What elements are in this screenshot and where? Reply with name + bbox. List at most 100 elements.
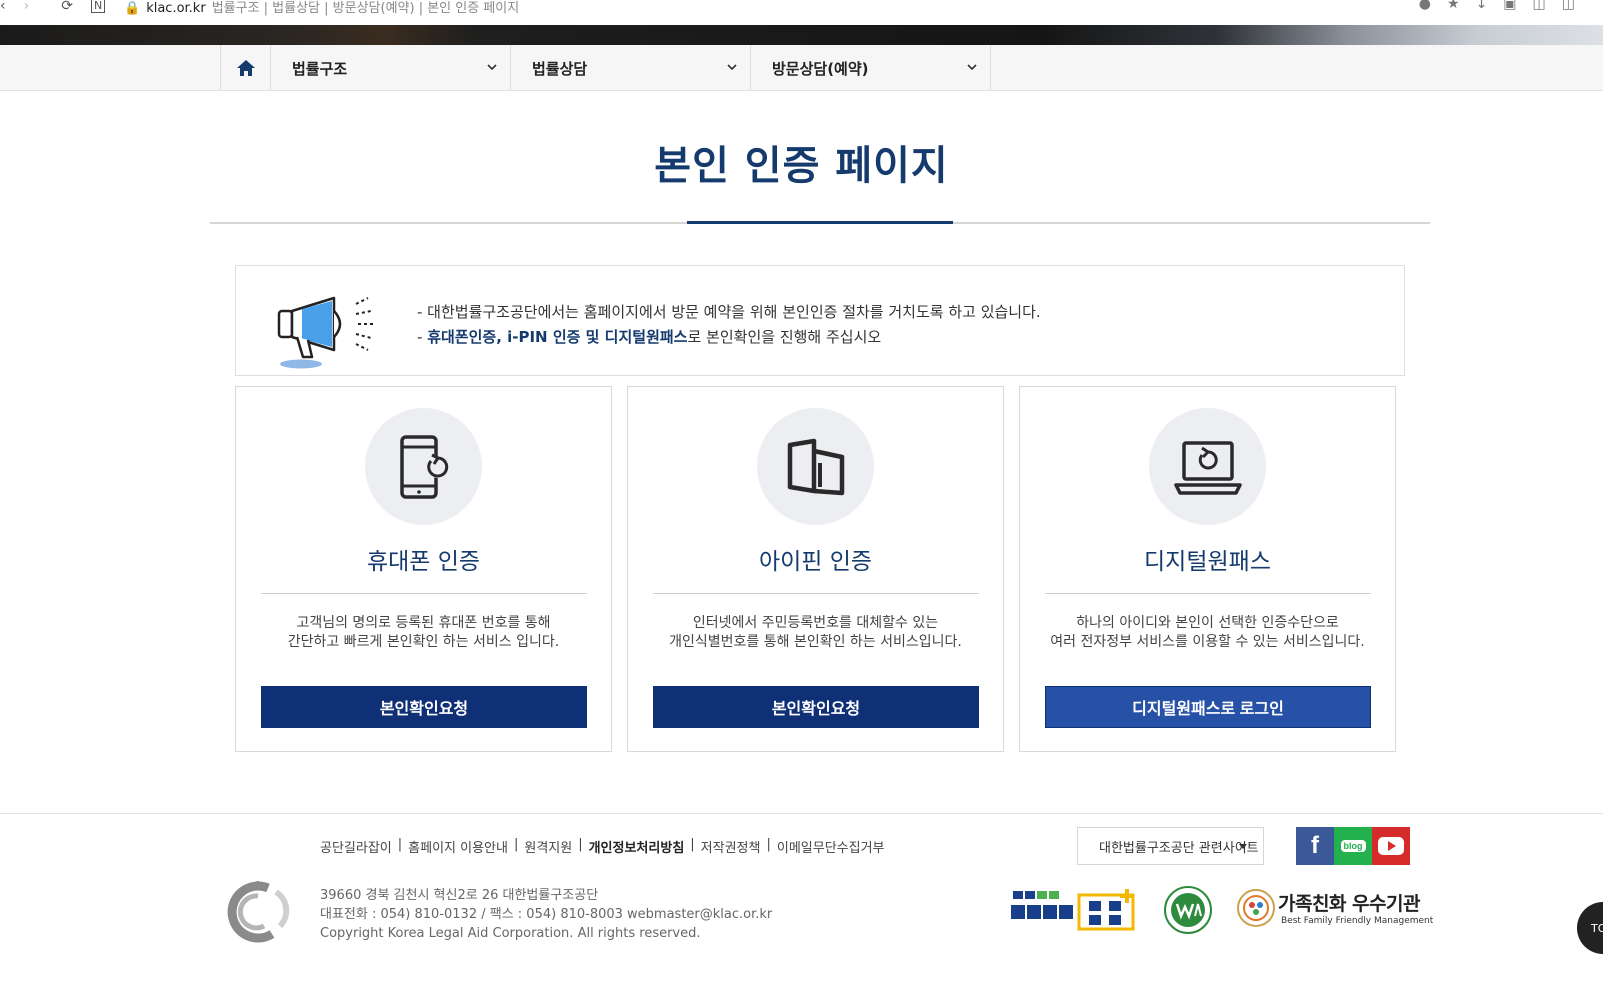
scroll-top-button[interactable]: TO <box>1577 902 1603 954</box>
page-title: 본인 인증 페이지 <box>654 143 949 189</box>
extension-icon[interactable]: ● <box>1419 0 1431 12</box>
home-icon <box>236 60 255 76</box>
browser-nav-icons: ‹ › ⟳ N <box>0 0 106 13</box>
youtube-icon <box>1378 837 1404 855</box>
title-divider-accent <box>687 221 953 224</box>
footer-link-copyright-policy[interactable]: 저작권정책 <box>701 837 761 856</box>
footer-link-guide[interactable]: 공단길라잡이 <box>320 837 392 856</box>
ipin-auth-request-button[interactable]: 본인확인요청 <box>653 686 979 728</box>
related-sites-label: 대한법률구조공단 관련사이트 <box>1099 840 1259 856</box>
lock-icon: 🔒 <box>124 1 141 16</box>
screenshot-icon[interactable]: ▣ <box>1503 0 1516 12</box>
digital-onepass-login-button[interactable]: 디지털원패스로 로그인 <box>1045 686 1371 728</box>
notice-line-1: - 대한법률구조공단에서는 홈페이지에서 방문 예약을 위해 본인인증 절차를 … <box>417 303 1041 321</box>
mobile-auth-request-button[interactable]: 본인확인요청 <box>261 686 587 728</box>
facebook-icon: f <box>1311 832 1319 859</box>
tabs-icon[interactable]: ◫ <box>1562 0 1575 12</box>
icon-circle <box>757 408 874 525</box>
card-description-line: 인터넷에서 주민등록번호를 대체할수 있는 <box>692 615 939 631</box>
blog-icon-text: blog <box>1343 841 1363 851</box>
footer-link-usage[interactable]: 홈페이지 이용안내 <box>408 837 508 856</box>
home-button[interactable] <box>220 45 271 91</box>
browser-toolbar: ‹ › ⟳ N 🔒 klac.or.kr 법률구조 | 법률상담 | 방문상담(예약… <box>0 0 1603 25</box>
card-title: 디지털원패스 <box>1144 549 1271 575</box>
family-friendly-subtitle: Best Family Friendly Management <box>1281 916 1434 926</box>
browser-right-icons: ● ★ ↧ ▣ ◫ ◫ <box>1419 0 1575 12</box>
digital-onepass-card: 디지털원패스 하나의 아이디와 본인이 선택한 인증수단으로 여러 전자정부 서… <box>1019 386 1396 752</box>
icon-circle <box>1149 408 1266 525</box>
notice-line-2: - 휴대폰인증, i-PIN 인증 및 디지털원패스로 본인확인을 진행해 주십… <box>417 325 1041 350</box>
card-description-line: 개인식별번호를 통해 본인확인 하는 서비스입니다. <box>669 634 962 650</box>
page-tab-title: 법률구조 | 법률상담 | 방문상담(예약) | 본인 인증 페이지 <box>211 1 520 16</box>
bookmark-star-icon[interactable]: ★ <box>1447 0 1460 12</box>
reader-icon[interactable]: N <box>90 0 106 13</box>
separator: | <box>766 837 771 852</box>
separator: | <box>397 837 403 852</box>
nav-label: 법률상담 <box>532 59 588 78</box>
hero-banner <box>0 25 1603 45</box>
chevron-down-icon <box>967 64 977 71</box>
facebook-button[interactable]: f <box>1296 827 1334 865</box>
footer-address: 39660 경북 김천시 혁신2로 26 대한법률구조공단 <box>320 888 599 903</box>
mobile-phone-icon <box>399 434 449 499</box>
related-sites-select[interactable]: 대한법률구조공단 관련사이트 <box>1077 827 1264 865</box>
back-icon[interactable]: ‹ <box>0 0 6 13</box>
forward-icon[interactable]: › <box>24 0 30 13</box>
web-accessibility-badge <box>1164 886 1212 934</box>
family-friendly-emblem-icon <box>1237 889 1275 927</box>
url-domain: klac.or.kr <box>146 1 206 16</box>
nav-dropdown-legal-consult[interactable]: 법률상담 <box>511 45 751 91</box>
card-description: 하나의 아이디와 본인이 선택한 인증수단으로 여러 전자정부 서비스를 이용할… <box>1020 614 1395 652</box>
icon-circle <box>365 408 482 525</box>
notice-line-2-highlight: 휴대폰인증, i-PIN 인증 및 디지털원패스 <box>427 328 688 346</box>
separator: | <box>578 837 583 852</box>
nav-label: 법률구조 <box>292 59 348 78</box>
card-description-line: 간단하고 빠르게 본인확인 하는 서비스 입니다. <box>287 634 560 650</box>
youtube-button[interactable] <box>1372 827 1410 865</box>
chevron-down-icon <box>727 64 737 71</box>
nav-label: 방문상담(예약) <box>772 59 869 78</box>
ipin-auth-card: 아이핀 인증 인터넷에서 주민등록번호를 대체할수 있는 개인식별번호를 통해 … <box>627 386 1004 752</box>
separator: | <box>513 837 519 852</box>
scroll-top-label: TO <box>1591 921 1603 935</box>
caret-down-icon <box>1239 844 1247 849</box>
separator: | <box>690 837 695 852</box>
notice-text: - 대한법률구조공단에서는 홈페이지에서 방문 예약을 위해 본인인증 절차를 … <box>417 300 1041 350</box>
footer-copyright: Copyright Korea Legal Aid Corporation. A… <box>320 926 701 941</box>
ipin-card-icon <box>787 438 844 495</box>
blog-icon: blog <box>1340 840 1366 852</box>
footer-links: 공단길라잡이 | 홈페이지 이용안내 | 원격지원 | 개인정보처리방침 | 저작권정책… <box>320 837 885 856</box>
notice-line-2-prefix: - <box>417 328 428 346</box>
download-icon[interactable]: ↧ <box>1476 0 1488 12</box>
laptop-icon <box>1173 440 1242 495</box>
card-description-line: 하나의 아이디와 본인이 선택한 인증수단으로 <box>1076 615 1339 631</box>
card-description-line: 고객님의 명의로 등록된 휴대폰 번호를 통해 <box>296 615 551 631</box>
card-divider <box>261 593 587 594</box>
card-title: 휴대폰 인증 <box>366 549 481 575</box>
klac-logo <box>227 881 290 943</box>
card-description: 고객님의 명의로 등록된 휴대폰 번호를 통해 간단하고 빠르게 본인확인 하는… <box>236 614 611 652</box>
reload-icon[interactable]: ⟳ <box>61 0 73 13</box>
family-friendly-badge: 가족친화 우수기관 Best Family Friendly Managemen… <box>1236 888 1433 930</box>
sidebar-icon[interactable]: ◫ <box>1533 0 1546 12</box>
footer-contact: 대표전화 : 054) 810-0132 / 팩스 : 054) 810-800… <box>320 907 773 922</box>
nav-dropdown-legal-aid[interactable]: 법률구조 <box>271 45 511 91</box>
mobile-auth-card: 휴대폰 인증 고객님의 명의로 등록된 휴대폰 번호를 통해 간단하고 빠르게 … <box>235 386 612 752</box>
footer-link-email-refusal[interactable]: 이메일무단수집거부 <box>777 837 885 856</box>
card-description: 인터넷에서 주민등록번호를 대체할수 있는 개인식별번호를 통해 본인확인 하는… <box>628 614 1003 652</box>
footer-address-block: 39660 경북 김천시 혁신2로 26 대한법률구조공단 대표전화 : 054… <box>320 886 772 943</box>
blog-button[interactable]: blog <box>1334 827 1372 865</box>
address-bar[interactable]: 🔒 klac.or.kr 법률구조 | 법률상담 | 방문상담(예약) | 본인 인… <box>124 0 519 16</box>
footer-link-privacy[interactable]: 개인정보처리방침 <box>589 837 685 856</box>
card-title: 아이핀 인증 <box>758 549 873 575</box>
nav-dropdown-visit-reservation[interactable]: 방문상담(예약) <box>751 45 991 91</box>
megaphone-icon <box>277 296 374 369</box>
family-friendly-title: 가족친화 우수기관 <box>1278 893 1420 915</box>
notice-box: - 대한법률구조공단에서는 홈페이지에서 방문 예약을 위해 본인인증 절차를 … <box>235 265 1405 376</box>
card-divider <box>1045 593 1371 594</box>
footer-link-remote-support[interactable]: 원격지원 <box>524 837 572 856</box>
card-description-line: 여러 전자정부 서비스를 이용할 수 있는 서비스입니다. <box>1050 634 1365 650</box>
innovation-welfare-badge <box>1011 889 1135 931</box>
card-divider <box>653 593 979 594</box>
breadcrumb-nav: 법률구조 법률상담 방문상담(예약) <box>0 45 1603 91</box>
